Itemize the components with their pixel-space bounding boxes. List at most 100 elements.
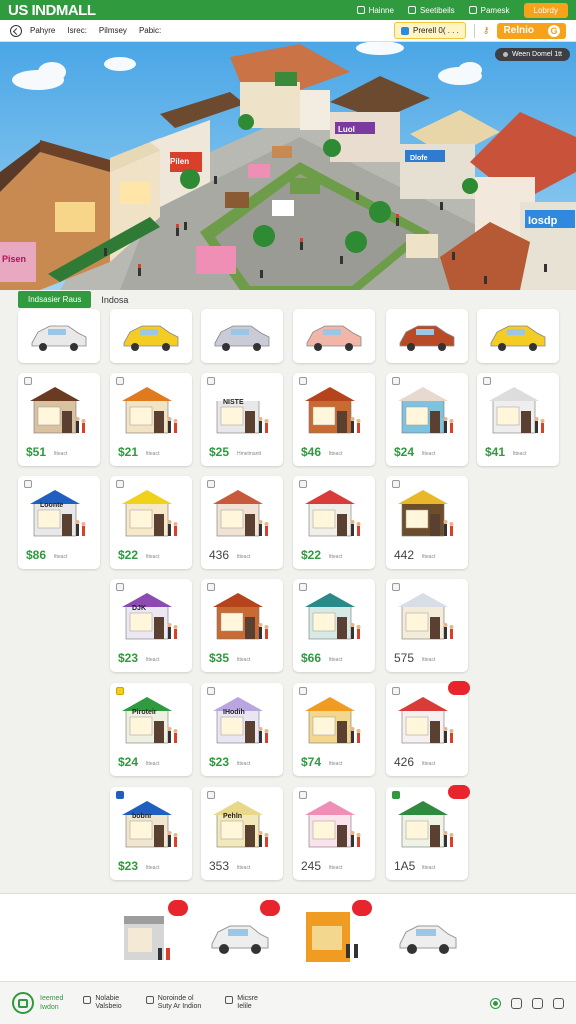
shop-sign-text: Piroteir: [132, 709, 157, 716]
shop-price-unit: ltteact: [329, 451, 343, 457]
shop-card[interactable]: 1A5 ltteact: [386, 785, 470, 880]
shop-icon: NISTE: [213, 387, 269, 434]
footer-link-1[interactable]: Nolabie Valsbeio: [83, 995, 122, 1011]
shop-card[interactable]: $41 ltteact: [477, 373, 559, 466]
status-icon[interactable]: [490, 997, 501, 1009]
shop-card[interactable]: Pehln 353 ltteact: [201, 787, 283, 880]
footer-link-line: Nolabie: [95, 995, 120, 1002]
shop-card[interactable]: $35 ltteact: [201, 579, 283, 672]
footer-title: Ieemed Iwdon: [40, 994, 63, 1012]
shop-card[interactable]: $51 ltteact: [18, 373, 100, 466]
top-menu-item-1[interactable]: Hainne: [356, 5, 394, 15]
shop-card[interactable]: $74 ltteact: [293, 683, 375, 776]
top-menu-label: Hainne: [368, 5, 394, 15]
cart-icon: [145, 996, 154, 1004]
shop-icon: [122, 387, 178, 434]
footer-link-3[interactable]: Micsre Ielile: [225, 995, 258, 1011]
section-tabs: Indsasier Raus Indosa: [18, 291, 128, 308]
shop-price-unit: ltteact: [422, 554, 436, 560]
shop-card[interactable]: IHodih $23 ltteact: [201, 683, 283, 776]
tray-car-2[interactable]: [396, 918, 460, 963]
shop-sign-text: bobnr: [132, 813, 152, 820]
car-card[interactable]: [477, 309, 559, 363]
shop-card[interactable]: 426 ltteact: [386, 681, 470, 776]
scene-status-badge[interactable]: Ween Domel 1tt: [494, 48, 570, 61]
shop-card[interactable]: DJK $23 ltteact: [110, 579, 192, 672]
location-selector[interactable]: Prerell 0( . . .: [394, 22, 466, 39]
nav-link-4[interactable]: Pabic:: [139, 26, 161, 35]
shop-card[interactable]: 442 ltteact: [386, 476, 468, 569]
shop-price-unit: ltteact: [146, 657, 160, 663]
shop-price: $46: [301, 445, 322, 459]
shop-price: $35: [209, 651, 230, 665]
share-icon[interactable]: [532, 997, 543, 1009]
shop-card[interactable]: Piroteir $24 ltteact: [110, 683, 192, 776]
svg-text:Luol: Luol: [338, 125, 355, 134]
shop-price-unit: ltteact: [237, 865, 251, 871]
phone-icon: [356, 6, 365, 14]
shop-card[interactable]: NISTE $25 Hmelmantt: [201, 373, 283, 466]
map-pin-icon: [401, 26, 410, 35]
shop-price: $23: [209, 755, 230, 769]
top-menu: Hainne Seetibeils Pamesk Lobrdy: [356, 2, 568, 18]
svg-text:Pisen: Pisen: [2, 254, 26, 264]
shop-card[interactable]: $66 ltteact: [293, 579, 375, 672]
window-icon[interactable]: [511, 997, 522, 1009]
tab-active[interactable]: Indsasier Raus: [18, 291, 92, 308]
nav-link-3[interactable]: Pilmsey: [99, 26, 127, 35]
shop-card[interactable]: 575 ltteact: [386, 579, 468, 672]
shop-icon: [305, 697, 361, 744]
car-icon: [211, 925, 269, 954]
nav-link-1[interactable]: Pahyre: [30, 26, 55, 35]
coins-button[interactable]: Relnio G: [497, 22, 566, 39]
shop-card[interactable]: $46 ltteact: [293, 373, 375, 466]
home-logo-icon[interactable]: [12, 992, 34, 1014]
shop-card[interactable]: $22 ltteact: [110, 476, 192, 569]
shop-price-unit: ltteact: [422, 761, 436, 767]
app-brand: US INDMALL: [8, 1, 96, 19]
car-card[interactable]: [110, 309, 192, 363]
shop-card[interactable]: $21 ltteact: [110, 373, 192, 466]
shop-icon: IHodih: [213, 697, 269, 744]
menu-icon[interactable]: [553, 997, 564, 1009]
tray-car-1[interactable]: [208, 918, 272, 963]
top-menu-item-3[interactable]: Pamesk: [468, 5, 510, 15]
shop-card[interactable]: Loonte $86 ltteact: [18, 476, 100, 569]
car-icon: [490, 325, 546, 351]
top-action-button[interactable]: Lobrdy: [523, 2, 568, 18]
shop-icon: [305, 593, 361, 640]
person-icon: [468, 6, 477, 14]
shop-card[interactable]: 245 ltteact: [293, 787, 375, 880]
shop-card[interactable]: bobnr $23 ltteact: [110, 787, 192, 880]
car-card[interactable]: [201, 309, 283, 363]
car-card[interactable]: [18, 309, 100, 363]
shop-icon: Pehln: [213, 801, 269, 848]
tray-shop-2[interactable]: [302, 906, 362, 971]
shop-price-unit: ltteact: [422, 451, 436, 457]
shop-icon: [489, 387, 545, 434]
tray-shop-1[interactable]: [120, 908, 180, 973]
key-icon[interactable]: ⚷: [483, 25, 490, 36]
shop-price: $86: [26, 548, 47, 562]
nav-link-2[interactable]: Isrec:: [67, 26, 87, 35]
top-menu-item-2[interactable]: Seetibeils: [407, 6, 455, 15]
shop-icon: [398, 697, 454, 744]
shop-card[interactable]: $24 ltteact: [386, 373, 468, 466]
shop-icon: Loonte: [30, 490, 86, 537]
nav-links: Pahyre Isrec: Pilmsey Pabic:: [30, 26, 161, 35]
footer-link-2[interactable]: Noroinde ol Suty Ar Indion: [145, 995, 201, 1011]
shop-card[interactable]: $22 ltteact: [293, 476, 375, 569]
mall-scene[interactable]: Pisen Pilen Dlofe Iosdp Luol Ween Domel …: [0, 42, 576, 290]
shop-card[interactable]: 436 ltteact: [201, 476, 283, 569]
top-menu-label: Pamesk: [480, 5, 510, 15]
car-card[interactable]: [293, 309, 375, 363]
car-card[interactable]: [386, 309, 468, 363]
shop-icon: [305, 387, 361, 434]
shop-icon: [398, 490, 454, 537]
back-icon[interactable]: [10, 24, 22, 37]
shop-price-unit: ltteact: [54, 451, 68, 457]
shop-price: 436: [209, 548, 230, 562]
shop-price-unit: ltteact: [422, 657, 436, 663]
car-icon: [399, 925, 457, 954]
shop-icon: [122, 490, 178, 537]
